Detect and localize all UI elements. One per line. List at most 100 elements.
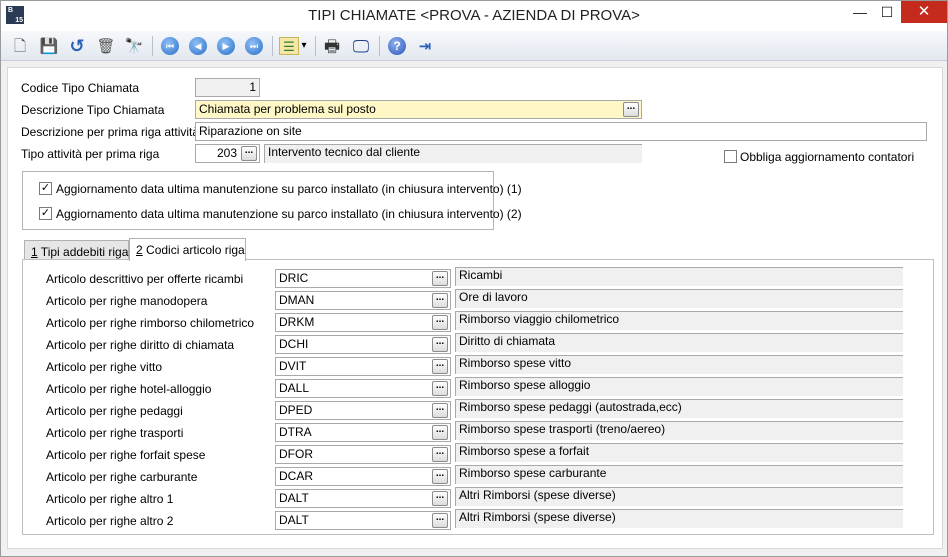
articolo-code-field[interactable]: DCAR bbox=[275, 467, 451, 486]
articolo-description: Altri Rimborsi (spese diverse) bbox=[455, 487, 903, 506]
form-area: Codice Tipo Chiamata 1 Descrizione Tipo … bbox=[7, 67, 943, 549]
articolo-lookup-button[interactable]: ... bbox=[432, 513, 448, 528]
descrizione-label: Descrizione Tipo Chiamata bbox=[21, 103, 165, 117]
articolo-lookup-button[interactable]: ... bbox=[432, 469, 448, 484]
articolo-label: Articolo per righe pedaggi bbox=[46, 404, 183, 418]
previous-record-glyph: ◀ bbox=[189, 37, 207, 55]
articolo-row: Articolo per righe pedaggi DPED... Rimbors… bbox=[23, 399, 933, 421]
articolo-row: Articolo per righe altro 1 DALT... Altri R… bbox=[23, 487, 933, 509]
tab-codici-articolo-label: Codici articolo riga bbox=[142, 243, 245, 257]
articolo-description: Ricambi bbox=[455, 267, 903, 286]
articolo-lookup-button[interactable]: ... bbox=[432, 403, 448, 418]
tab-codici-articolo[interactable]: 2 Codici articolo riga bbox=[129, 238, 246, 261]
articolo-description: Rimborso spese alloggio bbox=[455, 377, 903, 396]
descr-prima-riga-field[interactable]: Riparazione on site bbox=[195, 122, 927, 141]
articolo-row: Articolo per righe altro 2 DALT... Altri R… bbox=[23, 509, 933, 531]
toolbar: 🗋 💾 ↺ 🗑 🔭 ⏮ ◀ ▶ ⏭ ☰ ▾ 🖶 🖵 ? ⇥ bbox=[1, 31, 947, 61]
save-icon[interactable]: 💾 bbox=[38, 35, 60, 57]
tab-tipi-addebiti-key: 1 bbox=[31, 245, 38, 259]
new-document-icon[interactable]: 🗋 bbox=[9, 35, 31, 57]
articolo-description: Rimborso viaggio chilometrico bbox=[455, 311, 903, 330]
articolo-lookup-button[interactable]: ... bbox=[432, 491, 448, 506]
articolo-lookup-button[interactable]: ... bbox=[432, 359, 448, 374]
descr-prima-riga-label: Descrizione per prima riga attività bbox=[21, 125, 200, 139]
articolo-row: Articolo per righe manodopera DMAN... Ore … bbox=[23, 289, 933, 311]
articolo-description: Rimborso spese carburante bbox=[455, 465, 903, 484]
articolo-label: Articolo descrittivo per offerte ricambi bbox=[46, 272, 244, 286]
articolo-row: Articolo per righe carburante DCAR... Rimb… bbox=[23, 465, 933, 487]
exit-icon[interactable]: ⇥ bbox=[414, 35, 436, 57]
preview-monitor-icon[interactable]: 🖵 bbox=[350, 35, 372, 57]
articolo-code-field[interactable]: DCHI bbox=[275, 335, 451, 354]
delete-icon[interactable]: 🗑 bbox=[95, 35, 117, 57]
articolo-code-field[interactable]: DPED bbox=[275, 401, 451, 420]
aggiornamento-1-checkbox[interactable]: ✓ bbox=[39, 182, 52, 195]
search-binoculars-icon[interactable]: 🔭 bbox=[123, 35, 145, 57]
toolbar-separator bbox=[379, 36, 380, 56]
articolo-code-field[interactable]: DTRA bbox=[275, 423, 451, 442]
articolo-row: Articolo per righe hotel-alloggio DALL...… bbox=[23, 377, 933, 399]
articolo-code-field[interactable]: DRKM bbox=[275, 313, 451, 332]
codice-label: Codice Tipo Chiamata bbox=[21, 81, 140, 95]
first-record-icon[interactable]: ⏮ bbox=[159, 35, 181, 57]
articolo-label: Articolo per righe hotel-alloggio bbox=[46, 382, 212, 396]
list-options-icon[interactable]: ☰ bbox=[279, 37, 299, 55]
next-record-icon[interactable]: ▶ bbox=[215, 35, 237, 57]
articolo-description: Rimborso spese a forfait bbox=[455, 443, 903, 462]
help-icon[interactable]: ? bbox=[386, 35, 408, 57]
aggiornamento-1-label: Aggiornamento data ultima manutenzione s… bbox=[56, 182, 522, 196]
articolo-code-field[interactable]: DRIC bbox=[275, 269, 451, 288]
articolo-lookup-button[interactable]: ... bbox=[432, 447, 448, 462]
title-bar: B 15 TIPI CHIAMATE <PROVA - AZIENDA DI P… bbox=[1, 1, 947, 31]
articolo-code-field[interactable]: DALL bbox=[275, 379, 451, 398]
articolo-lookup-button[interactable]: ... bbox=[432, 293, 448, 308]
articolo-row: Articolo per righe diritto di chiamata DC… bbox=[23, 333, 933, 355]
articolo-row: Articolo descrittivo per offerte ricambi… bbox=[23, 267, 933, 289]
descrizione-lookup-button[interactable]: ... bbox=[623, 102, 639, 117]
articolo-code-field[interactable]: DALT bbox=[275, 489, 451, 508]
articolo-label: Articolo per righe vitto bbox=[46, 360, 163, 374]
articolo-row: Articolo per righe trasporti DTRA... Rimbo… bbox=[23, 421, 933, 443]
tipo-attivita-label: Tipo attività per prima riga bbox=[21, 147, 160, 161]
last-record-glyph: ⏭ bbox=[245, 37, 263, 55]
articolo-label: Articolo per righe trasporti bbox=[46, 426, 184, 440]
chevron-down-icon[interactable]: ▾ bbox=[299, 35, 309, 57]
articolo-code-field[interactable]: DVIT bbox=[275, 357, 451, 376]
articolo-code-field[interactable]: DMAN bbox=[275, 291, 451, 310]
articolo-lookup-button[interactable]: ... bbox=[432, 271, 448, 286]
articolo-label: Articolo per righe altro 1 bbox=[46, 492, 174, 506]
close-button[interactable]: ✕ bbox=[901, 1, 947, 23]
minimize-button[interactable]: — bbox=[846, 1, 874, 23]
articolo-label: Articolo per righe altro 2 bbox=[46, 514, 174, 528]
articolo-lookup-button[interactable]: ... bbox=[432, 425, 448, 440]
checkbox-group: ✓ Aggiornamento data ultima manutenzione… bbox=[22, 171, 522, 230]
maximize-button[interactable]: ☐ bbox=[873, 1, 901, 23]
articolo-lookup-button[interactable]: ... bbox=[432, 337, 448, 352]
print-icon[interactable]: 🖶 bbox=[321, 35, 343, 57]
articolo-row: Articolo per righe vitto DVIT... Rimborso … bbox=[23, 355, 933, 377]
articolo-lookup-button[interactable]: ... bbox=[432, 315, 448, 330]
tipo-attivita-lookup-button[interactable]: ... bbox=[241, 146, 257, 161]
last-record-icon[interactable]: ⏭ bbox=[243, 35, 265, 57]
window-title: TIPI CHIAMATE <PROVA - AZIENDA DI PROVA> bbox=[308, 7, 640, 24]
toolbar-separator bbox=[315, 36, 316, 56]
articolo-label: Articolo per righe carburante bbox=[46, 470, 198, 484]
obbliga-checkbox[interactable] bbox=[724, 150, 737, 163]
articolo-code-field[interactable]: DFOR bbox=[275, 445, 451, 464]
aggiornamento-2-checkbox[interactable]: ✓ bbox=[39, 207, 52, 220]
articolo-lookup-button[interactable]: ... bbox=[432, 381, 448, 396]
descrizione-field[interactable]: Chiamata per problema sul posto bbox=[195, 100, 642, 119]
articolo-description: Altri Rimborsi (spese diverse) bbox=[455, 509, 903, 528]
previous-record-icon[interactable]: ◀ bbox=[187, 35, 209, 57]
help-glyph: ? bbox=[388, 37, 406, 55]
obbliga-label: Obbliga aggiornamento contatori bbox=[740, 150, 915, 164]
next-record-glyph: ▶ bbox=[217, 37, 235, 55]
articolo-description: Rimborso spese vitto bbox=[455, 355, 903, 374]
tab-tipi-addebiti[interactable]: 1 Tipi addebiti riga bbox=[24, 240, 129, 260]
articolo-description: Diritto di chiamata bbox=[455, 333, 903, 352]
undo-icon[interactable]: ↺ bbox=[66, 35, 88, 57]
articolo-code-field[interactable]: DALT bbox=[275, 511, 451, 530]
codice-field[interactable]: 1 bbox=[195, 78, 260, 97]
first-record-glyph: ⏮ bbox=[161, 37, 179, 55]
aggiornamento-2-label: Aggiornamento data ultima manutenzione s… bbox=[56, 207, 522, 221]
